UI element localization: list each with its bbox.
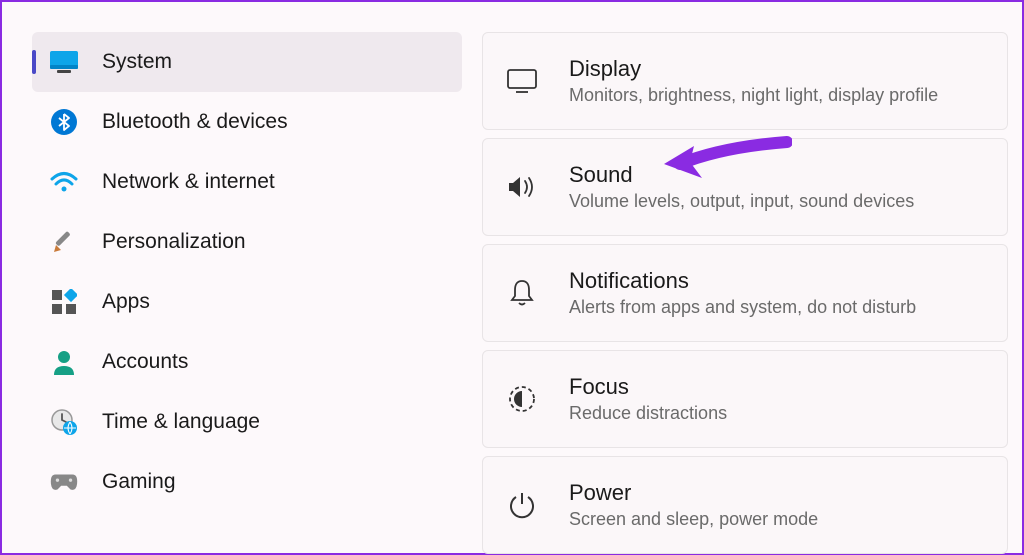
sound-icon	[507, 172, 537, 202]
power-icon	[507, 490, 537, 520]
card-desc: Volume levels, output, input, sound devi…	[569, 190, 914, 213]
card-title: Sound	[569, 161, 914, 190]
sidebar-item-label: Network & internet	[102, 170, 275, 194]
sidebar-item-personalization[interactable]: Personalization	[32, 212, 462, 272]
settings-sidebar: System Bluetooth & devices Network & int…	[2, 2, 472, 553]
sidebar-item-time-language[interactable]: Time & language	[32, 392, 462, 452]
sidebar-item-label: Time & language	[102, 410, 260, 434]
card-desc: Screen and sleep, power mode	[569, 508, 818, 531]
sidebar-item-label: Personalization	[102, 230, 246, 254]
sidebar-item-bluetooth[interactable]: Bluetooth & devices	[32, 92, 462, 152]
clock-globe-icon	[50, 408, 78, 436]
wifi-icon	[50, 168, 78, 196]
card-title: Display	[569, 55, 938, 84]
sidebar-item-network[interactable]: Network & internet	[32, 152, 462, 212]
card-desc: Monitors, brightness, night light, displ…	[569, 84, 938, 107]
card-title: Power	[569, 479, 818, 508]
sidebar-item-label: Apps	[102, 290, 150, 314]
person-icon	[50, 348, 78, 376]
gamepad-icon	[50, 468, 78, 496]
sidebar-item-label: System	[102, 50, 172, 74]
system-icon	[50, 48, 78, 76]
bluetooth-icon	[50, 108, 78, 136]
sidebar-item-label: Gaming	[102, 470, 176, 494]
settings-card-notifications[interactable]: Notifications Alerts from apps and syste…	[482, 244, 1008, 342]
paintbrush-icon	[50, 228, 78, 256]
settings-card-focus[interactable]: Focus Reduce distractions	[482, 350, 1008, 448]
settings-card-display[interactable]: Display Monitors, brightness, night ligh…	[482, 32, 1008, 130]
sidebar-item-label: Bluetooth & devices	[102, 110, 288, 134]
display-icon	[507, 66, 537, 96]
settings-card-sound[interactable]: Sound Volume levels, output, input, soun…	[482, 138, 1008, 236]
settings-main: Display Monitors, brightness, night ligh…	[472, 2, 1022, 553]
focus-icon	[507, 384, 537, 414]
sidebar-item-label: Accounts	[102, 350, 188, 374]
bell-icon	[507, 278, 537, 308]
sidebar-item-gaming[interactable]: Gaming	[32, 452, 462, 512]
settings-card-power[interactable]: Power Screen and sleep, power mode	[482, 456, 1008, 554]
card-desc: Alerts from apps and system, do not dist…	[569, 296, 916, 319]
sidebar-item-accounts[interactable]: Accounts	[32, 332, 462, 392]
card-title: Notifications	[569, 267, 916, 296]
apps-icon	[50, 288, 78, 316]
card-title: Focus	[569, 373, 727, 402]
sidebar-item-system[interactable]: System	[32, 32, 462, 92]
card-desc: Reduce distractions	[569, 402, 727, 425]
sidebar-item-apps[interactable]: Apps	[32, 272, 462, 332]
